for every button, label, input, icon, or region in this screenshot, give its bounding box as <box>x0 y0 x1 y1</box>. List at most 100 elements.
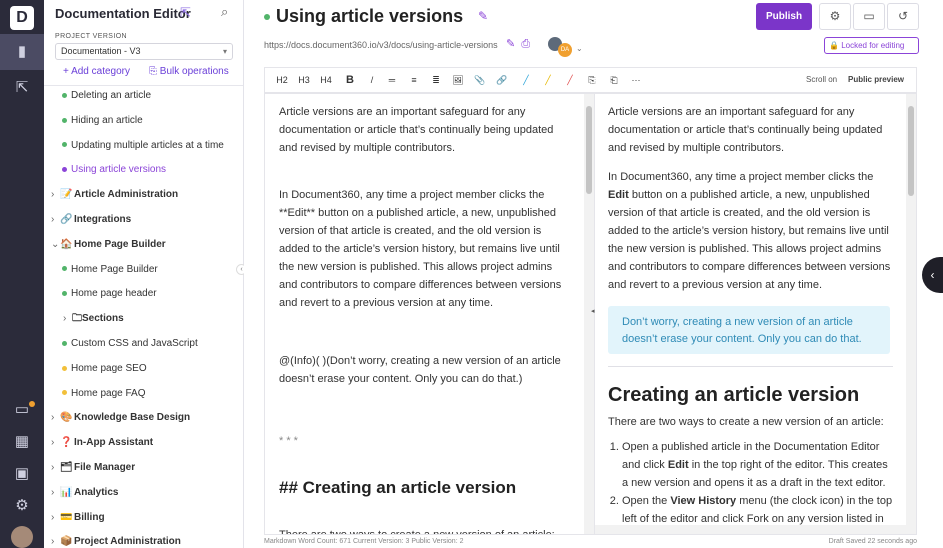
add-category-button[interactable]: + Add category <box>63 66 130 77</box>
edit-title-icon[interactable]: ✎ <box>478 9 488 23</box>
category-tree: Deleting an article Hiding an article Upda… <box>44 86 242 548</box>
chevron-icon[interactable]: › <box>51 483 60 503</box>
toolbar-button[interactable]: H4 <box>317 68 335 92</box>
image-icon[interactable]: ▣ <box>0 456 44 492</box>
project-version-label: PROJECT VERSION <box>55 33 127 40</box>
publish-button[interactable]: Publish <box>756 3 812 30</box>
documents-icon[interactable]: ▮ <box>0 34 44 70</box>
toolbar-button[interactable]: ═ <box>383 68 401 92</box>
settings-icon[interactable]: ⚙ <box>0 488 44 524</box>
category-icon: 🗀 <box>72 313 82 325</box>
scrollbar-thumb[interactable] <box>908 106 914 196</box>
pane-divider-arrow[interactable]: ◂ <box>591 307 595 315</box>
seo-icon[interactable]: ⎙ <box>521 38 530 50</box>
status-bullet-icon <box>62 340 67 346</box>
tree-item-label: Article Administration <box>74 189 179 201</box>
md-heading[interactable]: ## Creating an article version <box>279 479 565 497</box>
toolbar-button[interactable]: B <box>341 68 359 92</box>
md-horizontal-rule[interactable]: * * * <box>279 432 565 450</box>
toolbar-button[interactable]: ╱ <box>539 68 557 92</box>
comments-icon[interactable]: ▭ <box>853 3 885 30</box>
toolbar-button[interactable]: 🖼 <box>449 68 467 92</box>
tree-article[interactable]: Deleting an article <box>44 86 151 106</box>
category-icon: 🎨 <box>60 412 73 424</box>
category-icon: 🗂 <box>60 462 73 473</box>
tree-article[interactable]: Home page FAQ <box>44 384 145 404</box>
tree-category[interactable]: › 💳 Billing <box>44 508 105 528</box>
tree-article[interactable]: Home page SEO <box>44 359 147 379</box>
toolbar-button[interactable]: / <box>363 68 381 92</box>
search-icon[interactable]: ⌕ <box>221 4 228 20</box>
external-link-icon[interactable]: ⇱ <box>0 70 44 106</box>
chevron-icon[interactable]: › <box>63 309 72 329</box>
analytics-icon[interactable]: ▦ <box>0 424 44 460</box>
md-paragraph[interactable]: There are two ways to create a new versi… <box>279 526 565 534</box>
preview-scrollbar[interactable] <box>906 94 916 534</box>
chevron-icon[interactable]: ⌄ <box>51 235 60 255</box>
locked-for-editing-badge[interactable]: 🔒 Locked for editing <box>824 37 919 54</box>
scrollbar-thumb[interactable] <box>586 106 592 194</box>
monitor-icon[interactable]: ▭ <box>0 392 44 428</box>
tree-category[interactable]: › 🎨 Knowledge Base Design <box>44 408 190 428</box>
category-icon: ❓ <box>60 437 73 449</box>
chevron-down-icon: ⌄ <box>576 44 583 53</box>
history-icon[interactable]: ↺ <box>887 3 919 30</box>
md-info-callout[interactable]: @(Info)( )(Don’t worry, creating a new v… <box>279 352 565 388</box>
bulk-operations-label: Bulk operations <box>159 66 229 77</box>
tree-category[interactable]: › 📝 Article Administration <box>44 185 178 205</box>
public-preview-button[interactable]: Public preview <box>848 68 904 92</box>
chevron-icon[interactable]: › <box>51 210 60 230</box>
tree-article[interactable]: Custom CSS and JavaScript <box>44 334 198 354</box>
toolbar-button[interactable]: ╱ <box>517 68 535 92</box>
tree-category[interactable]: ⌄🏠 Home Page Builder <box>44 235 166 255</box>
document360-logo-icon[interactable]: D <box>10 6 34 30</box>
toolbar-button[interactable]: ⎘ <box>583 68 601 92</box>
tree-item-label: Using article versions <box>71 164 167 176</box>
toolbar-button[interactable]: ··· <box>627 68 645 92</box>
tree-category[interactable]: › 🔗 Integrations <box>44 210 131 230</box>
bulk-operations-button[interactable]: ⎘ Bulk operations <box>149 66 229 77</box>
chevron-icon[interactable]: › <box>51 433 60 453</box>
toolbar-button[interactable]: H2 <box>273 68 291 92</box>
contributors[interactable]: DA ⌄ <box>548 37 583 57</box>
chevron-icon[interactable]: › <box>51 185 60 205</box>
markdown-editor-pane[interactable]: Article versions are an important safegu… <box>264 93 595 535</box>
chevron-icon[interactable]: › <box>51 532 60 548</box>
list-item: Open a published article in the Document… <box>622 438 893 492</box>
toolbar-button[interactable]: H3 <box>295 68 313 92</box>
tree-category[interactable]: › 📦 Project Administration <box>44 532 181 548</box>
tree-item-label: Home page header <box>71 288 157 300</box>
tree-article[interactable]: Updating multiple articles at a time <box>44 136 224 156</box>
tree-article[interactable]: Home page header <box>44 284 157 304</box>
toolbar-button[interactable]: ≣ <box>427 68 445 92</box>
tree-category[interactable]: › ❓ In-App Assistant <box>44 433 153 453</box>
category-sidebar: Documentation Editor ⇱ ⌕ PROJECT VERSION… <box>44 0 244 548</box>
tree-category[interactable]: › 📊 Analytics <box>44 483 118 503</box>
preview-horizontal-scrollbar[interactable] <box>595 525 916 534</box>
tree-category[interactable]: › 🗀Sections <box>44 309 124 329</box>
tree-article[interactable]: Home Page Builder <box>44 260 158 280</box>
tree-category[interactable]: › 🗂File Manager <box>44 458 135 478</box>
toolbar-button[interactable]: ⎗ <box>605 68 623 92</box>
scroll-on-toggle[interactable]: Scroll on <box>806 68 837 92</box>
article-title[interactable]: Using article versions <box>276 6 463 27</box>
chevron-icon[interactable]: › <box>51 408 60 428</box>
toolbar-button[interactable]: 🔗 <box>493 68 511 92</box>
toolbar-button[interactable]: ╱ <box>561 68 579 92</box>
tree-article[interactable]: Hiding an article <box>44 111 143 131</box>
project-version-select[interactable]: Documentation - V3 ▾ <box>55 43 233 60</box>
settings-gear-icon[interactable]: ⚙ <box>819 3 851 30</box>
edit-url-icon[interactable]: ✎ <box>506 38 515 50</box>
tree-article[interactable]: Using article versions <box>44 160 166 180</box>
toolbar-button[interactable]: 📎 <box>471 68 489 92</box>
preview-steps-list: Open a published article in the Document… <box>608 438 893 528</box>
tree-item-label: Custom CSS and JavaScript <box>71 338 198 349</box>
chevron-icon[interactable]: › <box>51 458 60 478</box>
md-paragraph[interactable]: Article versions are an important safegu… <box>279 103 565 157</box>
category-icon: 💳 <box>60 511 73 523</box>
chevron-icon[interactable]: › <box>51 508 60 528</box>
toolbar-button[interactable]: ≡ <box>405 68 423 92</box>
user-avatar[interactable] <box>11 526 33 548</box>
md-paragraph[interactable]: In Document360, any time a project membe… <box>279 186 565 312</box>
open-external-icon[interactable]: ⇱ <box>180 5 191 21</box>
